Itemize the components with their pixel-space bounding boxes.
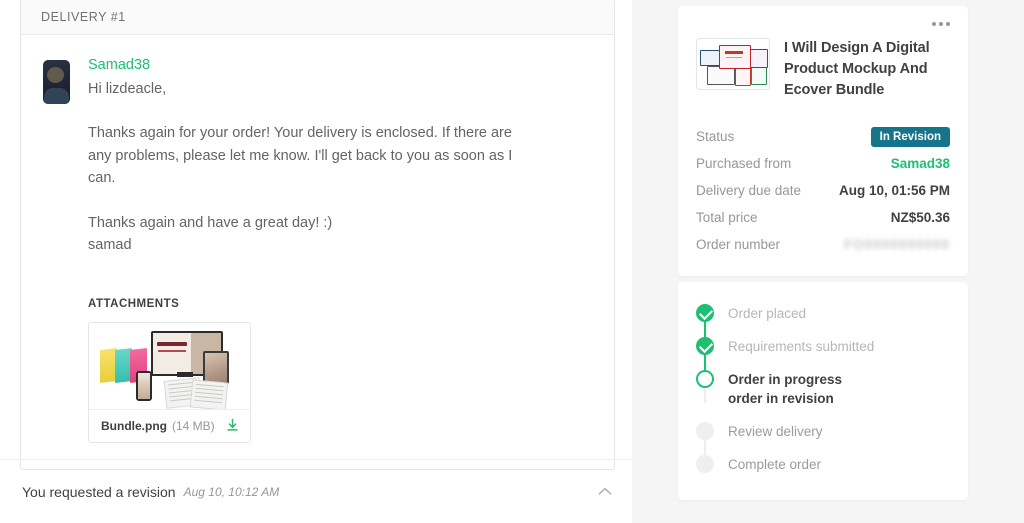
timeline-step-sublabel: order in revision (728, 391, 834, 406)
circle-icon (696, 455, 714, 473)
gig-summary: I Will Design A Digital Product Mockup A… (696, 38, 950, 101)
timeline-marker (696, 422, 714, 455)
chevron-up-icon[interactable] (598, 487, 612, 496)
order-timeline-card: Order placed Requirements submitted Orde… (678, 282, 968, 500)
gig-title[interactable]: I Will Design A Digital Product Mockup A… (784, 38, 950, 101)
timeline-marker (696, 455, 714, 473)
order-sidebar: I Will Design A Digital Product Mockup A… (678, 6, 968, 500)
timeline-connector (704, 322, 706, 337)
order-timeline: Order placed Requirements submitted Orde… (696, 304, 950, 474)
check-circle-icon (696, 304, 714, 322)
timeline-step-label: Order placed (728, 306, 807, 321)
timeline-connector (704, 440, 706, 455)
timeline-step-order-in-progress: Order in progress order in revision (696, 370, 950, 422)
check-icon (698, 305, 714, 321)
timeline-step-requirements-submitted: Requirements submitted (696, 337, 950, 370)
attachments-label: ATTACHMENTS (88, 297, 180, 310)
detail-row-purchased-from: Purchased from Samad38 (696, 150, 950, 177)
status-badge: In Revision (870, 126, 950, 147)
kebab-menu-icon[interactable] (932, 22, 950, 26)
kebab-dot (939, 22, 943, 26)
timeline-connector (704, 388, 706, 403)
detail-label: Purchased from (696, 156, 792, 171)
detail-row-status: Status In Revision (696, 123, 950, 150)
kebab-dot (946, 22, 950, 26)
timeline-step-label: Order in progress (728, 372, 843, 387)
check-icon (698, 338, 714, 354)
gig-thumb-shape (700, 50, 720, 66)
detail-label: Delivery due date (696, 183, 802, 198)
attachment-card[interactable]: Bundle.png (14 MB) (88, 321, 251, 443)
detail-label: Status (696, 129, 735, 144)
revision-notice-title: You requested a revision (22, 483, 176, 500)
check-circle-icon (696, 337, 714, 355)
timeline-step-review-delivery: Review delivery (696, 422, 950, 455)
detail-value: Aug 10, 01:56 PM (838, 183, 950, 198)
message-closing: Thanks again and have a great day! :) (88, 214, 333, 231)
delivery-message: Samad38 Hi lizdeacle, Thanks again for y… (43, 55, 592, 443)
gig-thumb-shape (719, 45, 751, 69)
circle-icon (696, 422, 714, 440)
detail-row-delivery-due-date: Delivery due date Aug 10, 01:56 PM (696, 177, 950, 204)
thumb-phone-image (138, 372, 150, 399)
timeline-marker (696, 337, 714, 370)
timeline-step-label: Complete order (728, 457, 822, 472)
thumb-monitor-text (157, 341, 187, 346)
detail-row-order-number: Order number FO0000000000 (696, 231, 950, 258)
delivery-card-body: Samad38 Hi lizdeacle, Thanks again for y… (21, 35, 614, 469)
thumb-tablet (203, 350, 229, 384)
sender-name-link[interactable]: Samad38 (88, 55, 592, 75)
revision-notice-row[interactable]: You requested a revision Aug 10, 10:12 A… (0, 459, 632, 523)
timeline-marker (696, 304, 714, 337)
thumb-monitor-stand (177, 371, 193, 377)
gig-thumb-shape (749, 49, 768, 68)
delivery-card: DELIVERY #1 Samad38 Hi lizdeacle, Thanks… (20, 0, 615, 470)
thumb-tablet-image (205, 352, 227, 382)
timeline-marker (696, 370, 714, 403)
detail-value: NZ$50.36 (890, 210, 950, 225)
attachment-thumbnail[interactable] (89, 322, 250, 409)
detail-row-total-price: Total price NZ$50.36 (696, 204, 950, 231)
attachment-filename: Bundle.png (101, 418, 167, 433)
message-body: Thanks again for your order! Your delive… (88, 125, 513, 186)
message-signature: samad (88, 237, 132, 253)
detail-label: Order number (696, 237, 781, 252)
gig-thumb-shape (751, 67, 767, 85)
seller-link[interactable]: Samad38 (891, 156, 950, 171)
timeline-step-order-placed: Order placed (696, 304, 950, 337)
kebab-dot (932, 22, 936, 26)
circle-outline-icon (696, 370, 714, 388)
thumb-phone (136, 370, 152, 401)
timeline-step-complete-order: Complete order (696, 455, 950, 474)
order-delivery-page: DELIVERY #1 Samad38 Hi lizdeacle, Thanks… (0, 0, 1024, 523)
download-icon[interactable] (225, 418, 240, 433)
avatar[interactable] (43, 60, 70, 104)
order-details-list: Status In Revision Purchased from Samad3… (696, 123, 950, 258)
revision-notice-timestamp: Aug 10, 10:12 AM (183, 484, 280, 499)
attachment-footer: Bundle.png (14 MB) (89, 408, 250, 442)
timeline-step-group: Order in progress order in revision (728, 370, 842, 408)
thumb-worksheet-right (189, 378, 229, 409)
gig-thumb-text (725, 51, 743, 54)
message-greeting: Hi lizdeacle, (88, 81, 167, 97)
gig-preview-thumbnail[interactable] (696, 38, 770, 90)
delivery-card-header: DELIVERY #1 (21, 0, 614, 35)
detail-label: Total price (696, 210, 758, 225)
attachment-filesize: (14 MB) (172, 418, 215, 433)
timeline-step-label: Review delivery (728, 424, 823, 439)
thumb-worksheet-lines (195, 383, 224, 387)
message-content: Samad38 Hi lizdeacle, Thanks again for y… (88, 55, 592, 443)
delivery-header-title: DELIVERY #1 (41, 10, 126, 24)
conversation-column: DELIVERY #1 Samad38 Hi lizdeacle, Thanks… (0, 0, 632, 523)
timeline-connector (704, 355, 706, 370)
order-summary-card: I Will Design A Digital Product Mockup A… (678, 6, 968, 276)
order-number-value: FO0000000000 (844, 237, 950, 252)
timeline-step-label: Requirements submitted (728, 339, 875, 354)
